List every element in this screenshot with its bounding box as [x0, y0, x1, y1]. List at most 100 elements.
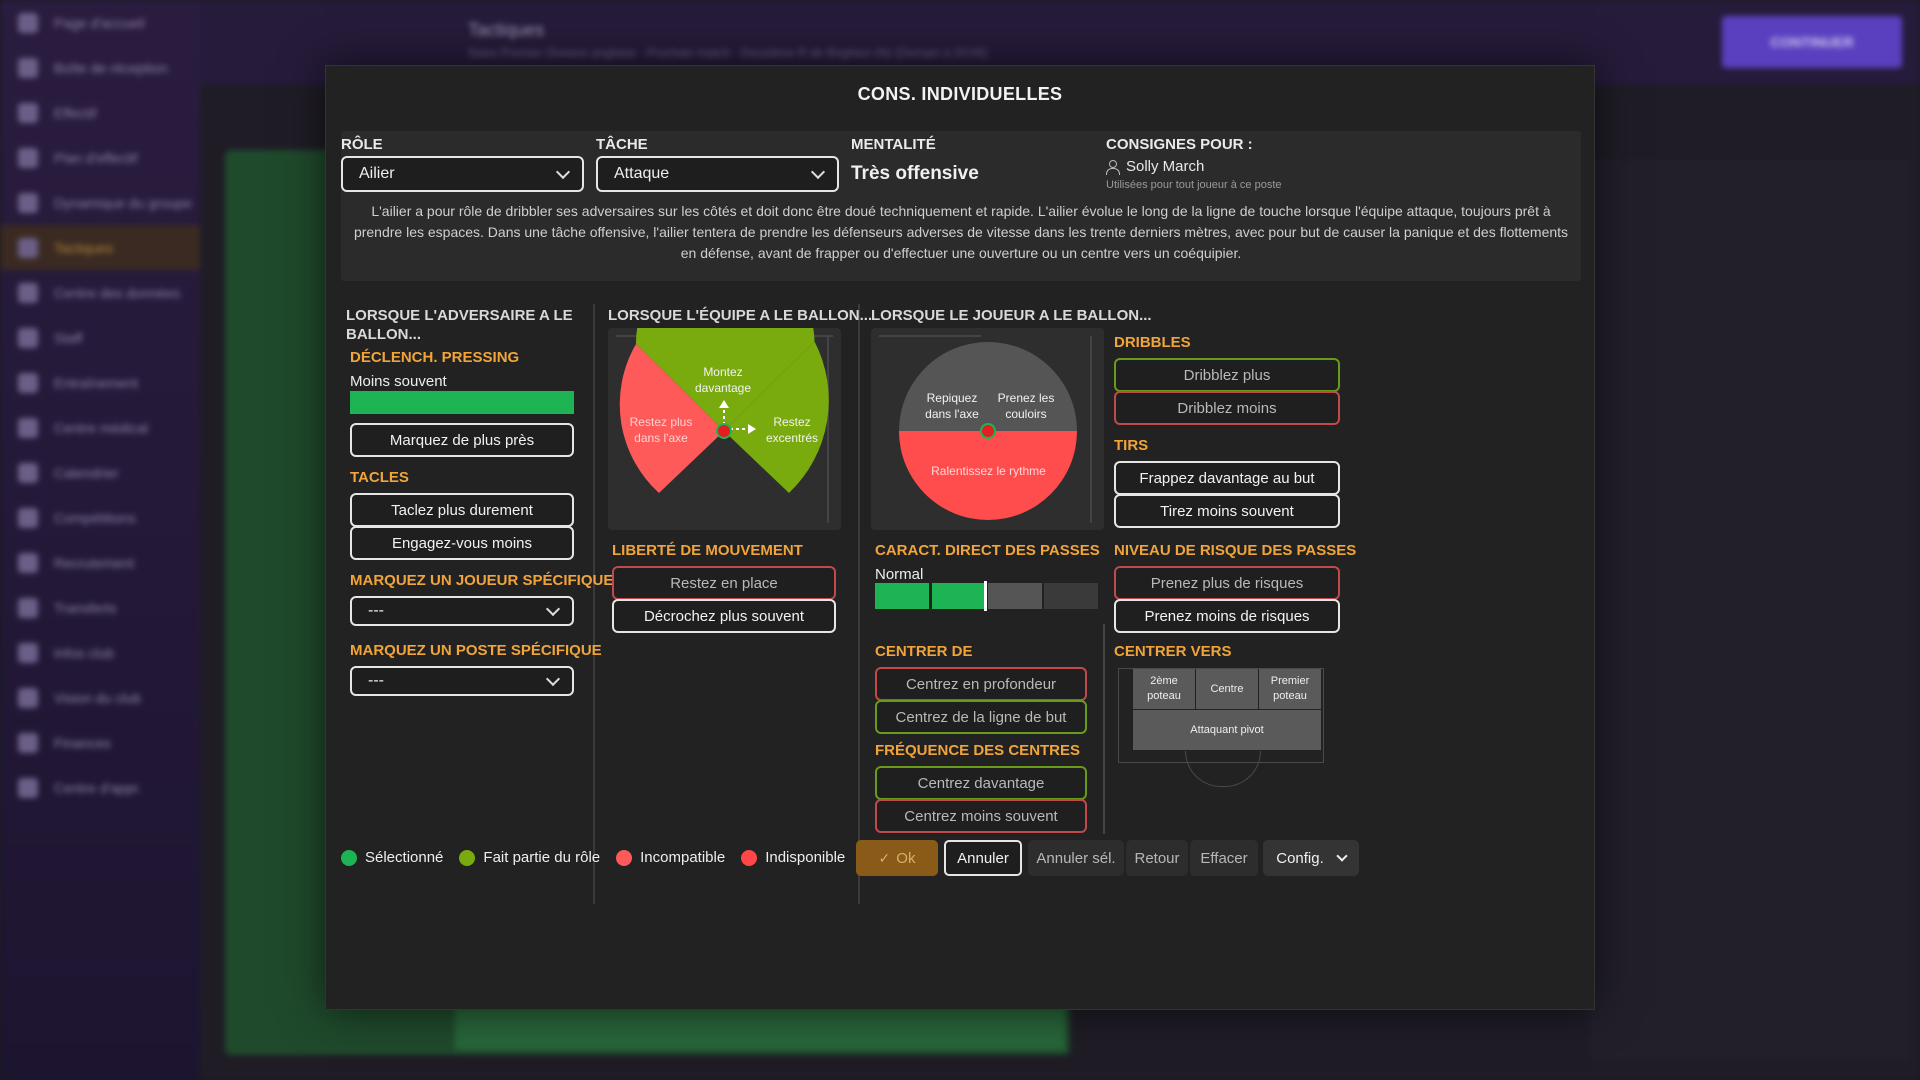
scrollbar[interactable]	[1103, 624, 1105, 834]
ok-button[interactable]: ✓ Ok	[856, 840, 938, 876]
cross-deep-button[interactable]: Centrez en profondeur	[875, 667, 1087, 701]
sidebar-item[interactable]: Tactiques	[0, 225, 200, 270]
sidebar-item[interactable]: Centre médical	[0, 405, 200, 450]
menu-icon	[18, 597, 38, 618]
team-movement-pitch[interactable]: Montez davantage Restez plus dans l'axe …	[608, 328, 841, 530]
sidebar-item[interactable]: Plan d'effectif	[0, 135, 200, 180]
pass-slider-segment[interactable]	[1044, 583, 1098, 609]
menu-icon	[18, 687, 38, 708]
pass-slider-segment[interactable]	[932, 583, 986, 609]
chevron-down-icon	[545, 601, 561, 617]
cross-target-grid: 2ème poteau Centre Premier poteau Attaqu…	[1118, 668, 1324, 787]
menu-icon	[18, 57, 38, 78]
sidebar-item[interactable]: Vision du club	[0, 675, 200, 720]
near-post-cell[interactable]: Premier poteau	[1259, 669, 1321, 709]
col-team-heading: LORSQUE L'ÉQUIPE A LE BALLON...	[608, 307, 873, 324]
sidebar-item-label: Entraînement	[54, 374, 139, 391]
mark-closer-button[interactable]: Marquez de plus près	[350, 423, 574, 457]
sidebar-item[interactable]: Dynamique du groupe	[0, 180, 200, 225]
cross-byline-button[interactable]: Centrez de la ligne de but	[875, 700, 1087, 734]
cancel-button[interactable]: Annuler	[944, 840, 1022, 876]
push-forward-label: Montez davantage	[694, 365, 752, 395]
pass-slider-segment[interactable]	[875, 583, 929, 609]
sidebar-item-label: Recrutement	[54, 554, 135, 571]
player-marker-icon	[980, 423, 996, 439]
mark-position-dropdown[interactable]: ---	[350, 666, 574, 696]
menu-icon	[18, 327, 38, 348]
player-name[interactable]: Solly March	[1106, 158, 1204, 175]
config-label: Config.	[1276, 849, 1324, 867]
role-dropdown[interactable]: Ailier	[341, 156, 584, 192]
check-icon: ✓	[878, 849, 891, 866]
dribble-more-button[interactable]: Dribblez plus	[1114, 358, 1340, 392]
centre-cell[interactable]: Centre	[1196, 669, 1258, 709]
menu-icon	[18, 552, 38, 573]
cross-less-button[interactable]: Centrez moins souvent	[875, 799, 1087, 833]
player-name-text: Solly March	[1126, 158, 1205, 175]
sidebar-item[interactable]: Compétitions	[0, 495, 200, 540]
sidebar-item-label: Tactiques	[54, 239, 114, 256]
menu-icon	[18, 462, 38, 483]
cross-more-button[interactable]: Centrez davantage	[875, 766, 1087, 800]
menu-icon	[18, 732, 38, 753]
sidebar-item[interactable]: Finances	[0, 720, 200, 765]
more-risk-button[interactable]: Prenez plus de risques	[1114, 566, 1340, 600]
penalty-arc	[1185, 751, 1261, 787]
target-man-cell[interactable]: Attaquant pivot	[1133, 710, 1321, 750]
cross-to-title: CENTRER VERS	[1114, 643, 1232, 660]
dialog-title: CONS. INDIVIDUELLES	[857, 84, 1063, 104]
menu-icon	[18, 417, 38, 438]
player-marker-icon	[716, 423, 732, 439]
consignes-label: CONSIGNES POUR :	[1106, 136, 1253, 153]
sidebar-item[interactable]: Boîte de réception	[0, 45, 200, 90]
sidebar-item[interactable]: Page d'accueil	[0, 0, 200, 45]
ok-label: Ok	[896, 849, 916, 867]
sidebar-item-label: Effectif	[54, 104, 97, 121]
pass-slider-handle[interactable]	[984, 581, 987, 611]
roam-more-button[interactable]: Décrochez plus souvent	[612, 599, 836, 633]
sidebar-item[interactable]: Infos club	[0, 630, 200, 675]
legend-role-label: Fait partie du rôle	[483, 849, 601, 866]
sidebar-item[interactable]: Transferts	[0, 585, 200, 630]
player-movement-pitch[interactable]: Repiquez dans l'axe Prenez les couloirs …	[871, 328, 1104, 530]
legend: Sélectionné Fait partie du rôle Incompat…	[341, 849, 853, 866]
sidebar-item[interactable]: Recrutement	[0, 540, 200, 585]
sidebar-item[interactable]: Centre d'appr.	[0, 765, 200, 810]
sidebar-item-label: Page d'accueil	[54, 14, 145, 31]
engage-less-button[interactable]: Engagez-vous moins	[350, 526, 574, 560]
sidebar-item-label: Dynamique du groupe	[54, 194, 192, 211]
back-button[interactable]: Retour	[1126, 840, 1188, 876]
tackle-harder-button[interactable]: Taclez plus durement	[350, 493, 574, 527]
menu-icon	[18, 192, 38, 213]
sidebar-item-label: Transferts	[54, 599, 117, 616]
pressing-slider[interactable]	[350, 391, 574, 414]
mark-player-dropdown[interactable]: ---	[350, 596, 574, 626]
dribble-less-button[interactable]: Dribblez moins	[1114, 391, 1340, 425]
cancel-selection-button[interactable]: Annuler sél.	[1028, 840, 1124, 876]
far-post-cell[interactable]: 2ème poteau	[1133, 669, 1195, 709]
shoot-more-button[interactable]: Frappez davantage au but	[1114, 461, 1340, 495]
sidebar-item[interactable]: Entraînement	[0, 360, 200, 405]
sidebar-item-label: Calendrier	[54, 464, 119, 481]
sidebar-item-label: Staff	[54, 329, 83, 346]
clear-button[interactable]: Effacer	[1190, 840, 1258, 876]
menu-icon	[18, 642, 38, 663]
continue-button[interactable]: CONTINUER	[1722, 16, 1902, 68]
config-button[interactable]: Config.	[1263, 840, 1359, 876]
less-risk-button[interactable]: Prenez moins de risques	[1114, 599, 1340, 633]
sidebar-item-label: Vision du club	[54, 689, 141, 706]
sidebar-item[interactable]: Centre des données	[0, 270, 200, 315]
sidebar-item[interactable]: Calendrier	[0, 450, 200, 495]
freedom-title: LIBERTÉ DE MOUVEMENT	[612, 542, 803, 559]
sidebar-item[interactable]: Staff	[0, 315, 200, 360]
take-wings-label: Prenez les couloirs	[997, 391, 1055, 421]
role-label: RÔLE	[341, 136, 383, 153]
stay-in-place-button[interactable]: Restez en place	[612, 566, 836, 600]
pass-slider-segment[interactable]	[988, 583, 1042, 609]
consignes-subtitle: Utilisées pour tout joueur à ce poste	[1106, 179, 1282, 191]
task-dropdown[interactable]: Attaque	[596, 156, 839, 192]
shoot-less-button[interactable]: Tirez moins souvent	[1114, 494, 1340, 528]
sidebar-item[interactable]: Effectif	[0, 90, 200, 135]
legend-selected-label: Sélectionné	[365, 849, 444, 866]
legend-unavailable-label: Indisponible	[765, 849, 846, 866]
